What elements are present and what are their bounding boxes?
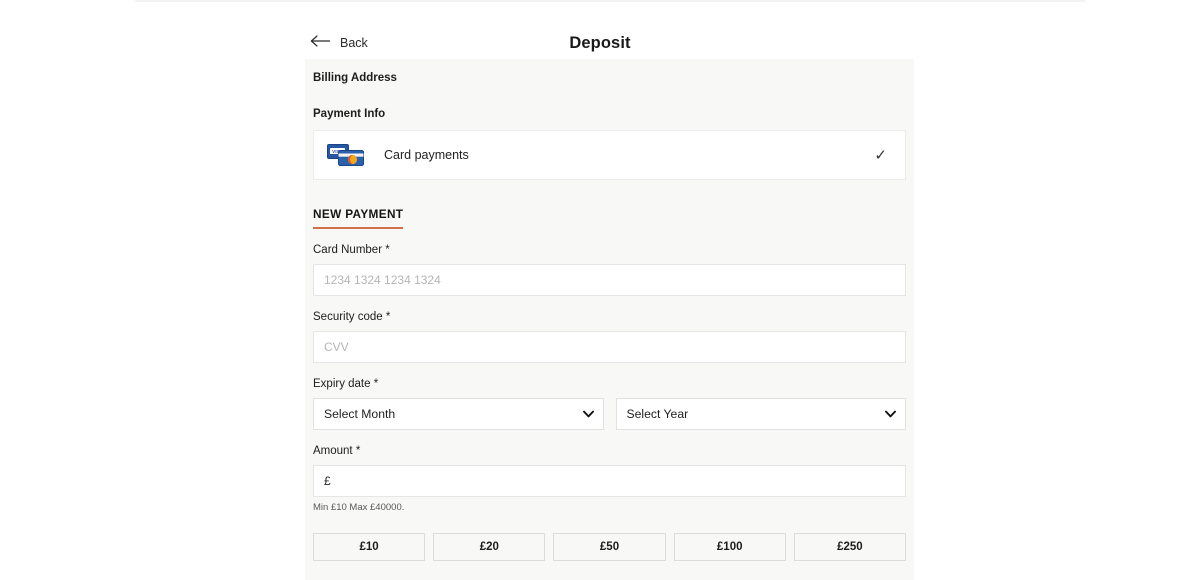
page-header: Back Deposit — [0, 14, 1200, 52]
amount-label: Amount * — [313, 445, 361, 457]
new-payment-heading: NEW PAYMENT — [313, 207, 404, 229]
top-divider — [135, 0, 1085, 2]
expiry-year-wrap: Select Year — [615, 398, 906, 430]
card-number-label: Card Number * — [313, 244, 390, 256]
amount-hint: Min £10 Max £40000. — [313, 502, 405, 513]
quick-amount-button[interactable]: £20 — [433, 533, 546, 561]
quick-amount-button[interactable]: £50 — [553, 533, 666, 561]
check-icon: ✓ — [874, 146, 887, 164]
payment-info-label: Payment Info — [313, 108, 386, 120]
expiry-date-field-group: Expiry date * Select Month Select Year — [313, 378, 906, 430]
page-title: Deposit — [569, 34, 631, 52]
security-code-label: Security code * — [313, 311, 391, 323]
security-code-field-group: Security code * — [313, 311, 906, 363]
quick-amount-button[interactable]: £100 — [673, 533, 786, 561]
security-code-input[interactable] — [313, 331, 906, 363]
expiry-date-label: Expiry date * — [313, 378, 379, 390]
amount-input[interactable] — [313, 465, 906, 497]
visa-mastercard-cards-icon: VISA — [327, 143, 365, 167]
card-number-input[interactable] — [313, 264, 906, 296]
expiry-month-select[interactable]: Select Month — [313, 398, 604, 430]
billing-address-title: Billing Address — [313, 72, 397, 84]
expiry-year-select[interactable]: Select Year — [615, 398, 906, 430]
new-payment-section: NEW PAYMENT — [313, 205, 906, 229]
quick-amount-button[interactable]: £10 — [313, 533, 426, 561]
expiry-month-wrap: Select Month — [313, 398, 604, 430]
amount-field-group: Amount * Min £10 Max £40000. — [313, 445, 906, 513]
payment-method-card-payments[interactable]: VISA Card payments ✓ — [313, 130, 906, 180]
quick-amount-button[interactable]: £250 — [793, 533, 907, 561]
payment-method-label: Card payments — [384, 148, 469, 162]
quick-amount-buttons: £10 £20 £50 £100 £250 — [313, 533, 907, 561]
card-number-field-group: Card Number * — [313, 244, 906, 296]
deposit-panel: Billing Address Payment Info VISA Card p… — [305, 59, 914, 580]
deposit-page: Back Deposit Billing Address Payment Inf… — [0, 0, 1200, 580]
